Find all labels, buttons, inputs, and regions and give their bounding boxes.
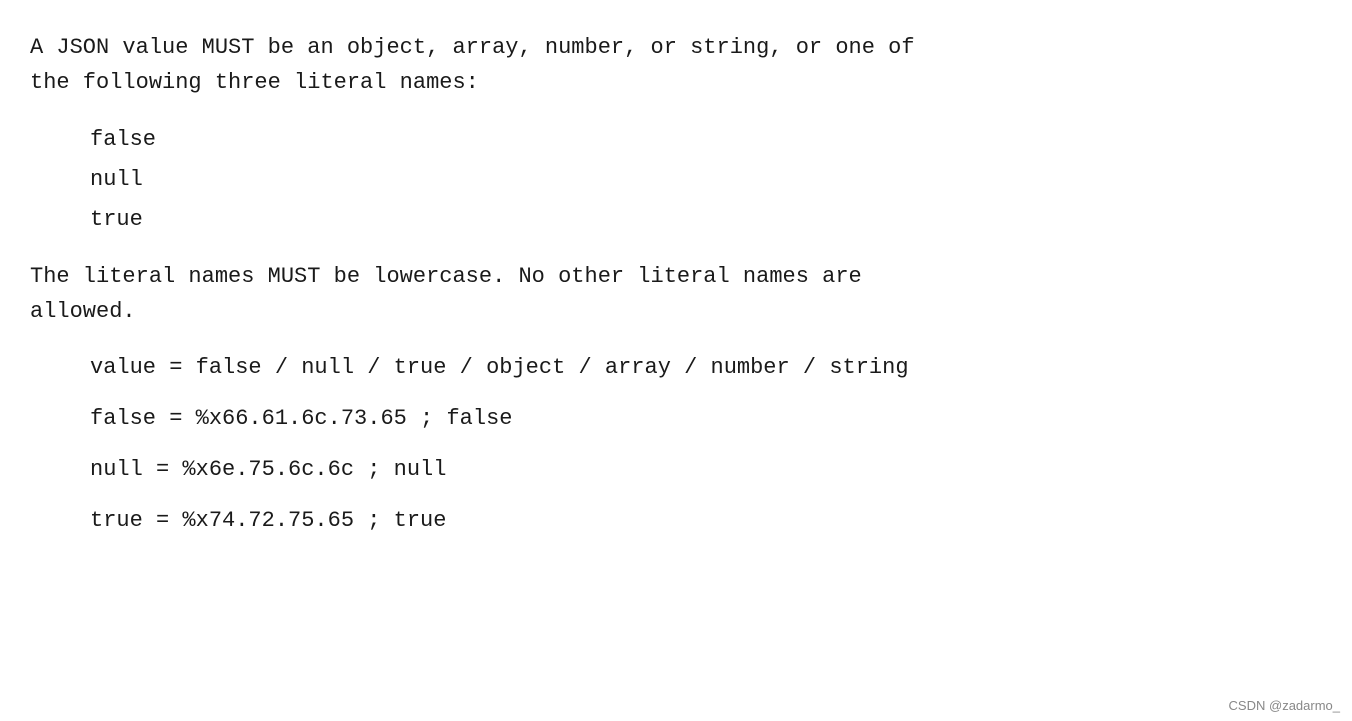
grammar-value-text: value = false / null / true / object / a… [90, 355, 909, 380]
literal-null: null [90, 160, 1320, 200]
literal-true: true [90, 200, 1320, 240]
watermark: CSDN @zadarmo_ [1229, 698, 1340, 713]
literal-names-list: false null true [30, 120, 1320, 239]
grammar-true-rule: true = %x74.72.75.65 ; true [30, 503, 1320, 538]
paragraph-intro: A JSON value MUST be an object, array, n… [30, 30, 1320, 100]
grammar-value-rule: value = false / null / true / object / a… [30, 350, 1320, 385]
intro-text: A JSON value MUST be an object, array, n… [30, 35, 915, 95]
grammar-false-rule: false = %x66.61.6c.73.65 ; false [30, 401, 1320, 436]
grammar-false-text: false = %x66.61.6c.73.65 ; false [90, 406, 512, 431]
grammar-null-text: null = %x6e.75.6c.6c ; null [90, 457, 446, 482]
grammar-true-text: true = %x74.72.75.65 ; true [90, 508, 446, 533]
grammar-null-rule: null = %x6e.75.6c.6c ; null [30, 452, 1320, 487]
main-content: A JSON value MUST be an object, array, n… [30, 30, 1320, 538]
lowercase-text: The literal names MUST be lowercase. No … [30, 264, 862, 324]
literal-false: false [90, 120, 1320, 160]
paragraph-lowercase: The literal names MUST be lowercase. No … [30, 259, 1320, 329]
